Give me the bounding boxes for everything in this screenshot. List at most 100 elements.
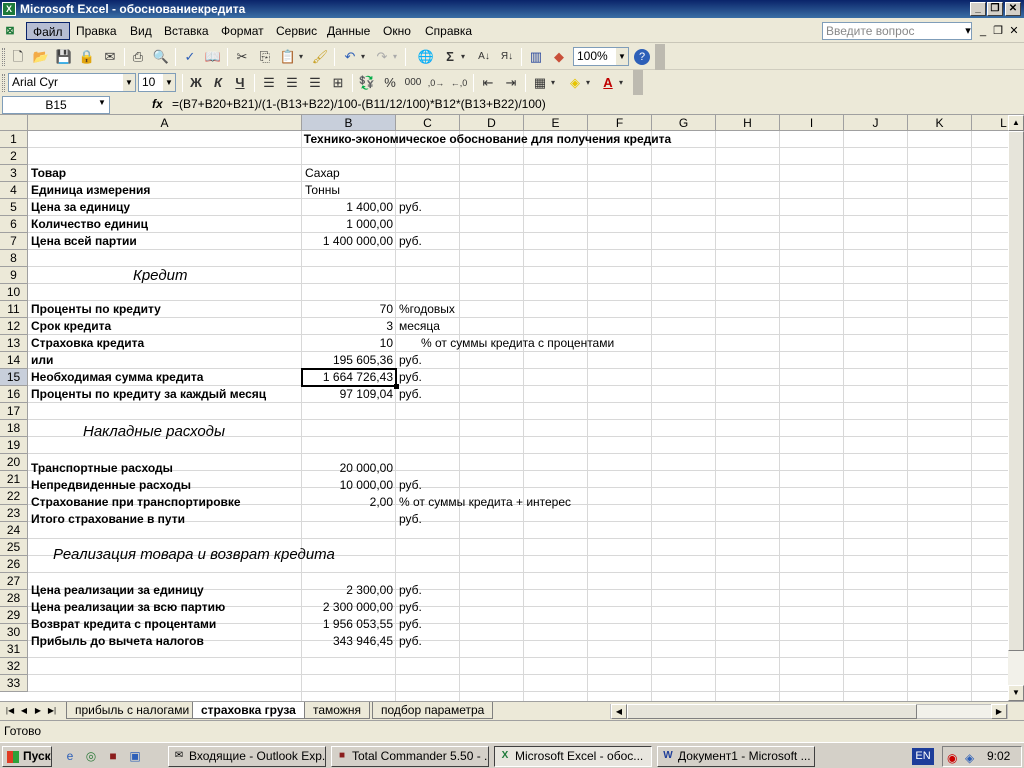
cell-a16[interactable]: Проценты по кредиту за каждый месяц	[28, 386, 269, 403]
cell-a6[interactable]: Количество единиц	[28, 216, 151, 233]
cell-c7[interactable]: руб.	[396, 233, 425, 250]
close-button[interactable]: ✕	[1005, 2, 1021, 16]
menu-data[interactable]: Данные	[321, 22, 376, 40]
drawing-icon[interactable]: ◆	[549, 47, 569, 67]
fill-handle[interactable]	[394, 384, 399, 389]
align-center-icon[interactable]: ☰	[282, 73, 302, 93]
cell-b27[interactable]: 2 300,00	[302, 582, 396, 599]
cell-b21[interactable]: 10 000,00	[302, 477, 396, 494]
row-header-2[interactable]: 2	[0, 148, 28, 165]
row-header-16[interactable]: 16	[0, 386, 28, 403]
row-header-3[interactable]: 3	[0, 165, 28, 182]
row-header-21[interactable]: 21	[0, 471, 28, 488]
cell-a27[interactable]: Цена реализации за единицу	[28, 582, 207, 599]
network-icon[interactable]: ◉	[947, 749, 957, 768]
toolbar-options-icon[interactable]	[633, 70, 643, 96]
cell-b13[interactable]: 10	[302, 335, 396, 352]
sheet-title-cell[interactable]: Технико-экономическое обоснование для по…	[28, 131, 780, 148]
scroll-up-icon[interactable]: ▲	[1008, 115, 1024, 131]
paste-dropdown-icon[interactable]: ▾	[296, 47, 306, 67]
menu-insert[interactable]: Вставка	[158, 22, 215, 40]
zoom-combo[interactable]: 100% ▼	[573, 47, 629, 66]
percent-icon[interactable]: %	[380, 73, 400, 93]
horizontal-scrollbar[interactable]: ◀ ▶	[610, 704, 1008, 719]
desktop-icon[interactable]: ▣	[127, 748, 143, 764]
cut-icon[interactable]: ✂	[232, 47, 252, 67]
currency-icon[interactable]: 💱	[357, 73, 377, 93]
increase-decimal-icon[interactable]: ,0→	[426, 73, 446, 93]
cell-c14[interactable]: руб.	[396, 352, 425, 369]
scroll-thumb[interactable]	[1008, 131, 1024, 651]
zoom-dropdown-icon[interactable]: ▼	[616, 48, 628, 65]
font-color-dropdown-icon[interactable]: ▾	[616, 73, 626, 93]
cell-c27[interactable]: руб.	[396, 582, 425, 599]
menu-view[interactable]: Вид	[124, 22, 158, 40]
undo-icon[interactable]: ↶	[340, 47, 360, 67]
column-header-e[interactable]: E	[524, 115, 588, 131]
merge-center-icon[interactable]: ⊞	[328, 73, 348, 93]
ie-icon[interactable]: e	[62, 748, 78, 764]
row-header-1[interactable]: 1	[0, 131, 28, 148]
cell-c15[interactable]: руб.	[396, 369, 425, 386]
scroll-down-icon[interactable]: ▼	[1008, 685, 1024, 701]
hscroll-thumb[interactable]	[627, 704, 917, 719]
increase-indent-icon[interactable]: ⇥	[501, 73, 521, 93]
cell-b7[interactable]: 1 400 000,00	[302, 233, 396, 250]
borders-dropdown-icon[interactable]: ▾	[548, 73, 558, 93]
cell-a30[interactable]: Прибыль до вычета налогов	[28, 633, 207, 650]
chart-wizard-icon[interactable]: ▥	[526, 47, 546, 67]
column-header-f[interactable]: F	[588, 115, 652, 131]
doc-close-button[interactable]: ✕	[1006, 23, 1022, 39]
cell-a28[interactable]: Цена реализации за всю партию	[28, 599, 228, 616]
permission-icon[interactable]: 🔒	[77, 47, 97, 67]
open-icon[interactable]: 📂	[31, 47, 51, 67]
cell-b3[interactable]: Сахар	[302, 165, 343, 182]
row-header-19[interactable]: 19	[0, 437, 28, 454]
fill-color-dropdown-icon[interactable]: ▾	[583, 73, 593, 93]
cell-a7[interactable]: Цена всей партии	[28, 233, 140, 250]
cell-c11[interactable]: %годовых	[396, 301, 458, 318]
tab-cargo-insurance[interactable]: страховка груза	[192, 702, 305, 719]
column-header-a[interactable]: A	[28, 115, 302, 131]
formula-input[interactable]: =(B7+B20+B21)/(1-(B13+B22)/100-(B11/12/1…	[172, 97, 546, 111]
row-header-22[interactable]: 22	[0, 488, 28, 505]
cell-a13[interactable]: Страховка кредита	[28, 335, 147, 352]
cell-a12[interactable]: Срок кредита	[28, 318, 114, 335]
outlook-icon[interactable]: ◎	[83, 748, 99, 764]
row-header-27[interactable]: 27	[0, 573, 28, 590]
align-right-icon[interactable]: ☰	[305, 73, 325, 93]
cell-a29[interactable]: Возврат кредита с процентами	[28, 616, 219, 633]
menu-file[interactable]: Файл	[26, 22, 70, 40]
menu-edit[interactable]: Правка	[70, 22, 123, 40]
menu-tools[interactable]: Сервис	[270, 22, 323, 40]
cell-b16[interactable]: 97 109,04	[302, 386, 396, 403]
cell-a3[interactable]: Товар	[28, 165, 69, 182]
row-header-11[interactable]: 11	[0, 301, 28, 318]
row-header-29[interactable]: 29	[0, 607, 28, 624]
cell-b20[interactable]: 20 000,00	[302, 460, 396, 477]
print-preview-icon[interactable]: 🔍	[151, 47, 171, 67]
start-button[interactable]: Пуск	[2, 746, 52, 767]
row-header-25[interactable]: 25	[0, 539, 28, 556]
autosum-icon[interactable]: Σ	[440, 47, 460, 67]
decrease-indent-icon[interactable]: ⇤	[478, 73, 498, 93]
autosum-dropdown-icon[interactable]: ▾	[458, 47, 468, 67]
new-icon[interactable]: 🗋	[8, 47, 28, 67]
column-header-h[interactable]: H	[716, 115, 780, 131]
winamp-icon[interactable]: ■	[105, 748, 121, 764]
row-header-32[interactable]: 32	[0, 658, 28, 675]
font-size-dropdown-icon[interactable]: ▼	[163, 74, 175, 91]
hyperlink-icon[interactable]: 🌐	[416, 47, 436, 67]
row-header-30[interactable]: 30	[0, 624, 28, 641]
row-header-9[interactable]: 9	[0, 267, 28, 284]
language-indicator[interactable]: EN	[912, 748, 934, 765]
row-header-31[interactable]: 31	[0, 641, 28, 658]
save-icon[interactable]: 💾	[54, 47, 74, 67]
column-header-g[interactable]: G	[652, 115, 716, 131]
font-name-dropdown-icon[interactable]: ▼	[123, 74, 135, 91]
task-word[interactable]: W Документ1 - Microsoft ...	[657, 746, 815, 767]
research-icon[interactable]: 📖	[203, 47, 223, 67]
task-outlook[interactable]: ✉ Входящие - Outlook Exp...	[168, 746, 326, 767]
row-header-5[interactable]: 5	[0, 199, 28, 216]
print-icon[interactable]: ⎙	[128, 47, 148, 67]
